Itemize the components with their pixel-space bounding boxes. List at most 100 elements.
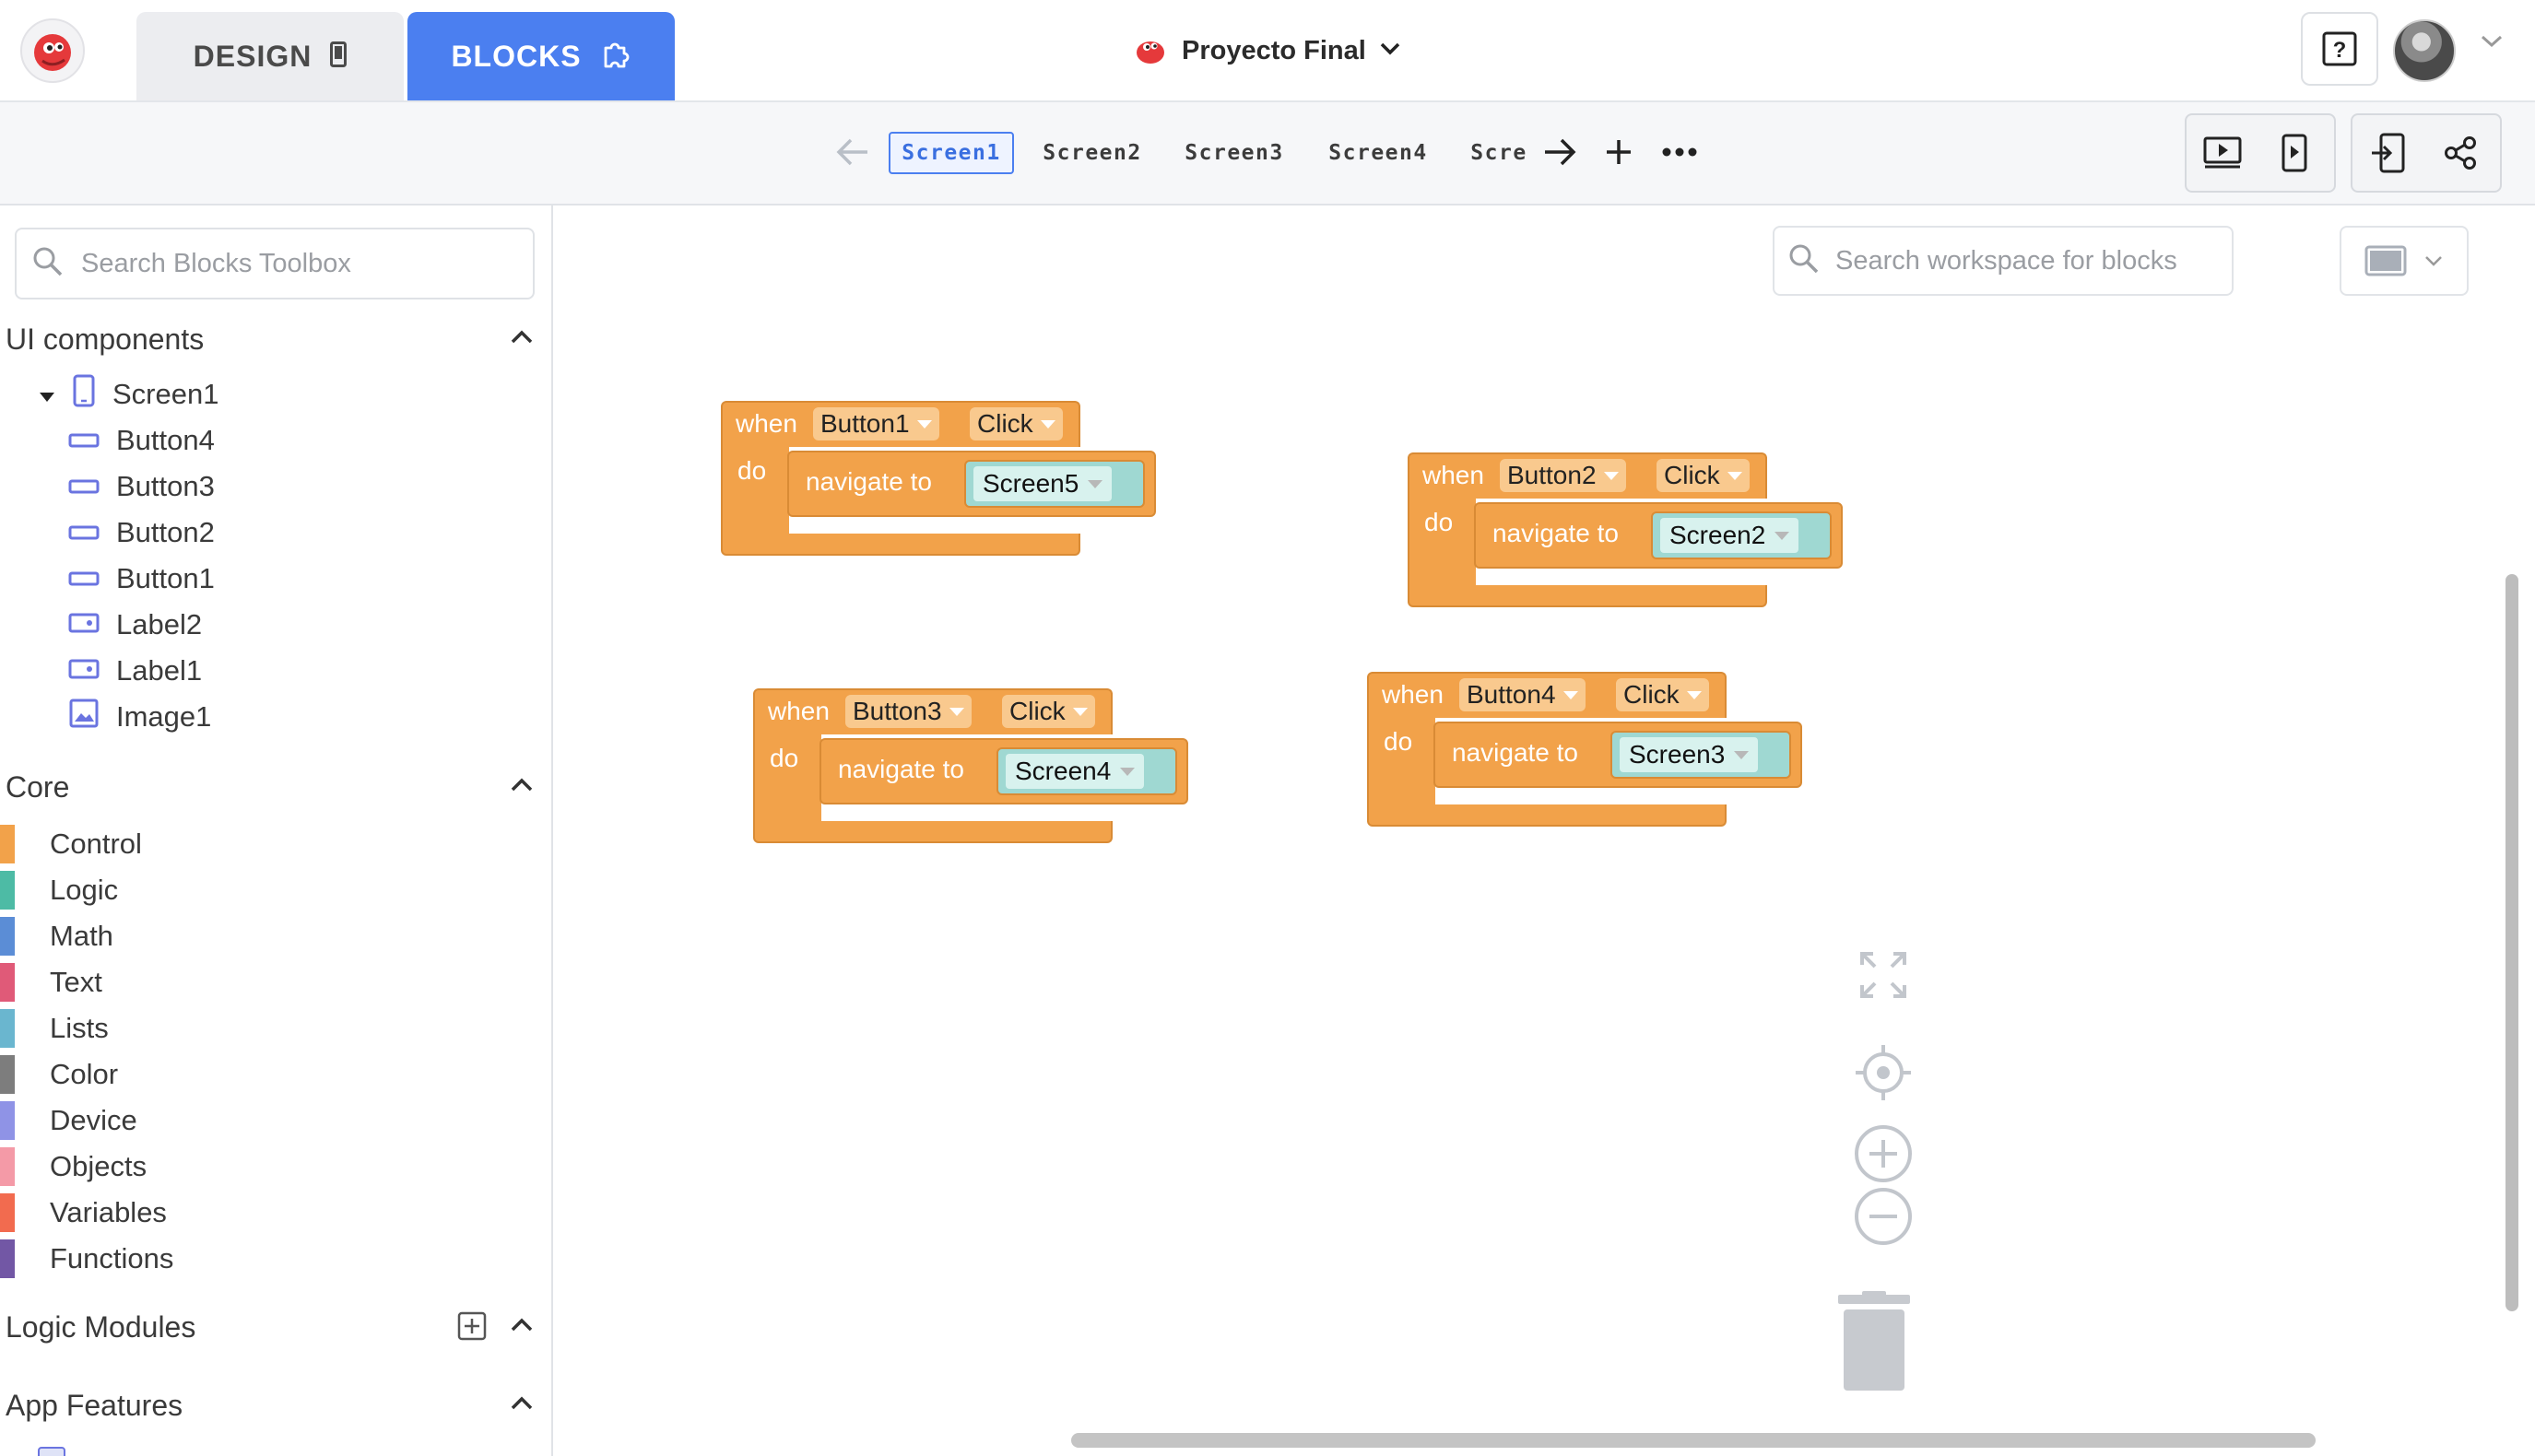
component-dropdown[interactable]: Button4 — [1459, 678, 1586, 711]
category-variables[interactable]: Variables — [0, 1192, 551, 1234]
screen-tab-screen5[interactable]: Scre — [1464, 132, 1534, 174]
logic-modules-section-header[interactable]: Logic Modules — [0, 1304, 551, 1350]
workspace-search-input[interactable] — [1833, 244, 2224, 277]
app-logo[interactable] — [20, 18, 85, 83]
category-math[interactable]: Math — [0, 915, 551, 957]
navigate-block[interactable]: navigate to Screen5 — [787, 451, 1156, 517]
tree-item-button4[interactable]: Button4 — [68, 419, 215, 462]
component-dropdown[interactable]: Button3 — [845, 695, 972, 728]
screen-value-slot: Screen5 — [964, 460, 1145, 508]
app-features-section-header[interactable]: App Features — [0, 1382, 551, 1428]
category-label: Functions — [50, 1242, 174, 1274]
recenter-icon[interactable] — [1853, 1042, 1914, 1108]
ui-components-section-header[interactable]: UI components — [0, 316, 551, 362]
category-label: Device — [50, 1104, 137, 1136]
caret-down-icon[interactable] — [39, 378, 55, 411]
add-module-icon[interactable] — [457, 1311, 487, 1345]
arrow-left-icon[interactable] — [834, 135, 871, 173]
category-logic[interactable]: Logic — [0, 869, 551, 911]
blocks-workspace[interactable]: when Button1 Click do navigate to Screen… — [553, 205, 2535, 1456]
horizontal-scrollbar[interactable] — [1071, 1433, 2316, 1448]
category-label: Variables — [50, 1196, 167, 1228]
tree-item-button3[interactable]: Button3 — [68, 465, 215, 508]
zoom-in-icon[interactable] — [1853, 1123, 1914, 1189]
navigate-block[interactable]: navigate to Screen4 — [819, 738, 1188, 804]
toolbox-search-box[interactable] — [15, 228, 535, 299]
ui-components-title: UI components — [6, 322, 205, 356]
event-block-button1[interactable]: when Button1 Click do navigate to Screen… — [721, 401, 1158, 558]
export-button[interactable] — [2352, 115, 2424, 191]
component-dropdown[interactable]: Button1 — [813, 407, 939, 440]
chevron-up-icon[interactable] — [509, 327, 535, 350]
math-swatch — [0, 917, 15, 956]
category-functions[interactable]: Functions — [0, 1238, 551, 1280]
event-dropdown[interactable]: Click — [1616, 678, 1709, 711]
blocks-toolbox-panel: UI components Screen1 Button4 Button3 Bu… — [0, 205, 553, 1456]
more-icon[interactable] — [1659, 135, 1700, 173]
tree-item-label: Label2 — [116, 608, 203, 640]
chevron-up-icon[interactable] — [509, 775, 535, 798]
variables-swatch — [0, 1193, 15, 1232]
event-dropdown[interactable]: Click — [1002, 695, 1095, 728]
vertical-scrollbar[interactable] — [2506, 574, 2518, 1311]
screen-dropdown[interactable]: Screen3 — [1620, 737, 1759, 772]
screen-tab-screen2[interactable]: Screen2 — [1032, 132, 1152, 174]
tab-design[interactable]: DESIGN — [136, 12, 404, 100]
zoom-out-icon[interactable] — [1853, 1186, 1914, 1251]
play-preview-button[interactable] — [2187, 115, 2258, 191]
toolbox-search-input[interactable] — [79, 247, 489, 280]
event-block-button4[interactable]: when Button4 Click do navigate to Screen… — [1367, 672, 1804, 828]
screen-value-slot: Screen2 — [1651, 511, 1832, 559]
tree-item-label1[interactable]: Label1 — [68, 650, 202, 692]
feature-icon — [35, 1442, 68, 1456]
project-selector[interactable]: Proyecto Final — [1132, 28, 1401, 74]
tab-blocks[interactable]: BLOCKS — [407, 12, 675, 100]
screen-tab-screen4[interactable]: Screen4 — [1318, 132, 1438, 174]
arrow-right-icon[interactable] — [1541, 135, 1578, 173]
chevron-down-icon[interactable] — [2480, 33, 2504, 54]
event-block-button3[interactable]: when Button3 Click do navigate to Screen… — [753, 688, 1190, 845]
phone-icon — [330, 41, 348, 72]
tree-item-button1[interactable]: Button1 — [68, 558, 215, 600]
device-swatch — [0, 1101, 15, 1140]
tree-item-label2[interactable]: Label2 — [68, 604, 202, 646]
caret-icon — [916, 419, 932, 429]
category-text[interactable]: Text — [0, 961, 551, 1004]
play-device-button[interactable] — [2258, 115, 2330, 191]
do-keyword: do — [1384, 727, 1413, 756]
when-keyword: when — [768, 697, 830, 725]
core-section-header[interactable]: Core — [0, 764, 551, 810]
screen-dropdown[interactable]: Screen5 — [973, 466, 1113, 501]
category-lists[interactable]: Lists — [0, 1007, 551, 1050]
chevron-up-icon[interactable] — [509, 1315, 535, 1338]
trash-icon[interactable] — [1833, 1291, 1916, 1397]
category-device[interactable]: Device — [0, 1099, 551, 1142]
fullscreen-icon[interactable] — [1858, 950, 1908, 1004]
event-dropdown[interactable]: Click — [1657, 459, 1750, 492]
tree-item-label: Button3 — [116, 470, 215, 502]
add-screen-icon[interactable] — [1602, 135, 1635, 173]
help-button[interactable]: ? — [2301, 12, 2378, 86]
event-block-button2[interactable]: when Button2 Click do navigate to Screen… — [1408, 452, 1845, 609]
navigate-block[interactable]: navigate to Screen3 — [1433, 722, 1802, 788]
category-color[interactable]: Color — [0, 1053, 551, 1096]
view-size-select[interactable] — [2340, 226, 2469, 296]
screen-dropdown[interactable]: Screen2 — [1660, 518, 1799, 553]
screen-dropdown[interactable]: Screen4 — [1006, 754, 1145, 789]
screen-tab-screen3[interactable]: Screen3 — [1174, 132, 1294, 174]
category-objects[interactable]: Objects — [0, 1145, 551, 1188]
screen-tab-screen1[interactable]: Screen1 — [889, 132, 1014, 174]
screen-value-slot: Screen4 — [996, 747, 1177, 795]
chevron-up-icon[interactable] — [509, 1393, 535, 1416]
category-control[interactable]: Control — [0, 823, 551, 865]
chevron-down-icon — [2425, 256, 2442, 266]
tree-item-button2[interactable]: Button2 — [68, 511, 215, 554]
workspace-search-box[interactable] — [1773, 226, 2234, 296]
navigate-block[interactable]: navigate to Screen2 — [1474, 502, 1843, 569]
tree-item-image1[interactable]: Image1 — [68, 696, 211, 738]
share-button[interactable] — [2424, 115, 2496, 191]
user-avatar[interactable] — [2393, 19, 2456, 82]
component-dropdown[interactable]: Button2 — [1500, 459, 1626, 492]
tree-item-screen1[interactable]: Screen1 — [39, 373, 218, 416]
event-dropdown[interactable]: Click — [970, 407, 1063, 440]
